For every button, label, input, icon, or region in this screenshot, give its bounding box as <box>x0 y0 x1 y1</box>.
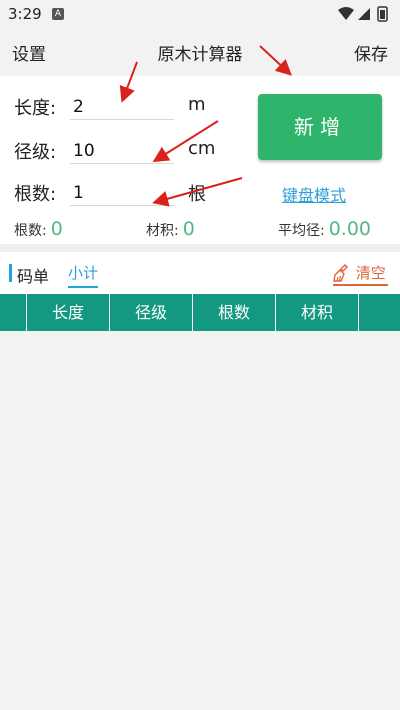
table-header-diameter: 径级 <box>110 294 193 331</box>
stat-count-value: 0 <box>50 218 63 240</box>
status-time: 3:29 <box>8 5 42 23</box>
settings-button[interactable]: 设置 <box>12 40 46 65</box>
stat-avg: 平均径: 0.00 <box>278 218 371 240</box>
table-header-count: 根数 <box>193 294 276 331</box>
stat-count: 根数: 0 <box>14 218 63 240</box>
table-body <box>0 331 400 710</box>
stat-volume-label: 材积: <box>146 223 179 239</box>
length-label: 长度: <box>14 98 57 119</box>
clear-button[interactable]: 清空 <box>333 262 388 286</box>
section-divider <box>0 244 400 252</box>
diameter-unit: cm <box>188 138 216 159</box>
wifi-icon <box>338 7 354 20</box>
signal-icon <box>358 8 370 20</box>
stat-volume-value: 0 <box>182 218 195 240</box>
tab-subtotal[interactable]: 小计 <box>68 262 99 288</box>
table-header: 长度 径级 根数 材积 <box>0 294 400 331</box>
save-button[interactable]: 保存 <box>354 40 388 65</box>
app-bar: 原木计算器 设置 保存 <box>0 28 400 76</box>
count-label: 根数: <box>14 184 57 205</box>
add-button[interactable]: 新增 <box>258 94 382 160</box>
diameter-label: 径级: <box>14 142 57 163</box>
wifi-battery-icons <box>338 6 388 22</box>
stat-avg-value: 0.00 <box>328 218 372 240</box>
length-unit: m <box>188 94 206 115</box>
table-header-length: 长度 <box>27 294 110 331</box>
tab-indicator <box>9 264 12 282</box>
table-header-cell <box>0 294 27 331</box>
table-header-volume: 材积 <box>276 294 359 331</box>
list-tabs: 码单 小计 清空 <box>0 252 400 294</box>
diameter-input[interactable]: 10 <box>70 138 174 164</box>
notification-a-icon: A <box>52 8 64 20</box>
length-input[interactable]: 2 <box>70 94 174 120</box>
stat-volume: 材积: 0 <box>146 218 195 240</box>
page-title: 原木计算器 <box>157 45 243 65</box>
input-form: 长度: 2 m 径级: 10 cm 根数: 1 根 新增 键盘模式 根数: 0 材… <box>0 76 400 244</box>
keyboard-mode-link[interactable]: 键盘模式 <box>282 182 346 206</box>
stat-avg-label: 平均径: <box>278 223 325 239</box>
status-bar: 3:29 A <box>0 0 400 28</box>
table-header-cell <box>359 294 400 331</box>
tab-code-list[interactable]: 码单 <box>17 263 49 287</box>
clear-label: 清空 <box>355 264 386 282</box>
count-unit: 根 <box>188 184 206 205</box>
stat-count-label: 根数: <box>14 223 47 239</box>
broom-icon <box>333 263 348 282</box>
count-input[interactable]: 1 <box>70 180 174 206</box>
